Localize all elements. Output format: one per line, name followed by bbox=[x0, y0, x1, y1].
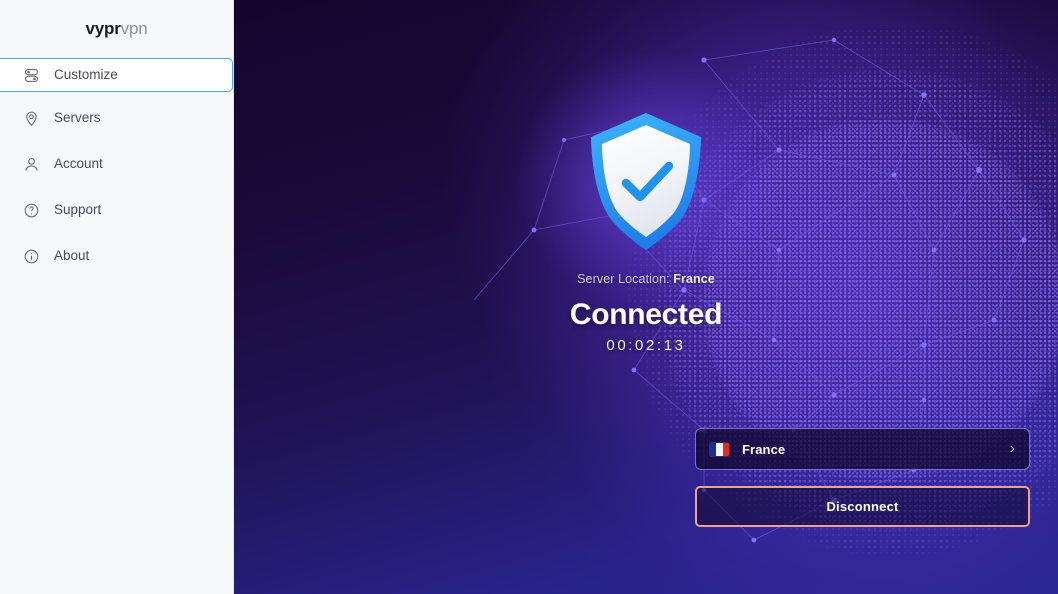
info-circle-icon bbox=[22, 247, 40, 265]
main-panel: Server Location: France Connected 00:02:… bbox=[234, 0, 1058, 594]
question-circle-icon bbox=[22, 201, 40, 219]
app-logo: vypr vpn bbox=[0, 0, 233, 58]
sidebar-item-label: Account bbox=[54, 155, 103, 171]
sidebar-item-support[interactable]: Support bbox=[0, 190, 233, 230]
sidebar: vypr vpn Customize Servers Account Suppo… bbox=[0, 0, 234, 594]
location-pin-icon bbox=[22, 109, 40, 127]
sidebar-item-label: About bbox=[54, 247, 90, 263]
sidebar-item-label: Support bbox=[54, 201, 102, 217]
logo-text-bold: vypr bbox=[85, 19, 121, 38]
sidebar-item-customize[interactable]: Customize bbox=[0, 58, 233, 92]
sidebar-item-label: Customize bbox=[54, 66, 118, 82]
sidebar-item-about[interactable]: About bbox=[0, 236, 233, 276]
sidebar-item-label: Servers bbox=[54, 109, 101, 125]
shield-check-icon bbox=[511, 44, 781, 315]
person-icon bbox=[22, 155, 40, 173]
sidebar-nav: Customize Servers Account Support About bbox=[0, 58, 233, 276]
sidebar-item-account[interactable]: Account bbox=[0, 144, 233, 184]
logo-text-light: vpn bbox=[120, 19, 148, 38]
sidebar-item-servers[interactable]: Servers bbox=[0, 98, 233, 138]
status-content: Server Location: France Connected 00:02:… bbox=[234, 0, 1058, 594]
toggles-icon bbox=[22, 66, 40, 84]
vypr-vpn-window: vypr vpn Customize Servers Account Suppo… bbox=[0, 0, 1058, 594]
connection-timer: 00:02:13 bbox=[606, 337, 686, 354]
